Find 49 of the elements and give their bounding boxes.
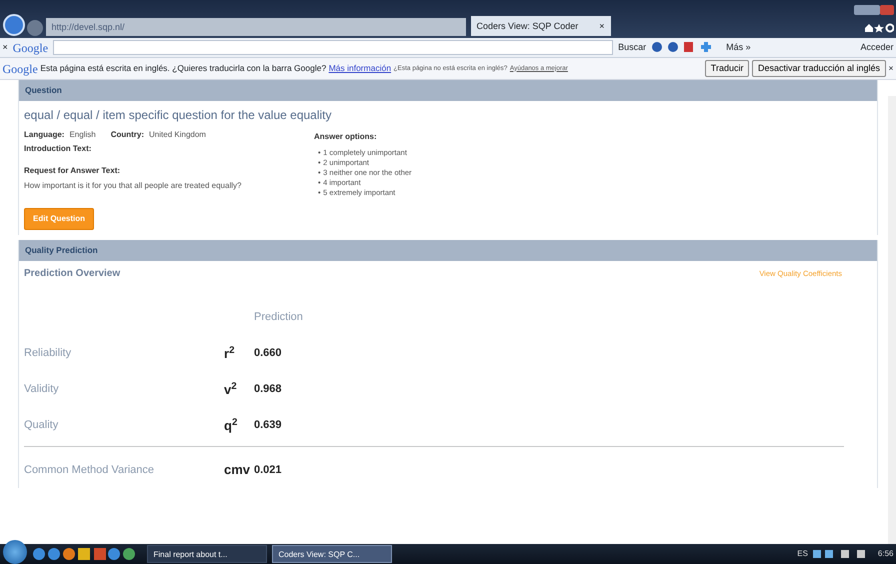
field-value: English — [69, 128, 96, 141]
close-icon[interactable]: × — [599, 16, 604, 36]
question-title: equal / equal / item specific question for the value equality — [24, 106, 333, 124]
window-controls-icon[interactable] — [854, 3, 894, 18]
clock: 6:56 — [878, 548, 894, 560]
field-label: Introduction Text: — [24, 143, 92, 156]
section-header: Question — [19, 80, 877, 101]
field-value: United Kingdom — [149, 128, 206, 141]
close-icon[interactable]: × — [2, 40, 8, 54]
translate-button[interactable]: Traducir — [704, 60, 750, 78]
sign-in-link[interactable]: Acceder — [860, 40, 894, 54]
toolbar-logo: Google — [12, 40, 48, 56]
close-icon[interactable]: × — [888, 62, 894, 75]
field-label: Answer options: — [314, 131, 378, 144]
metric-value: 0.968 — [254, 382, 282, 398]
browser-tab[interactable]: Coders View: SQP Coder × — [470, 16, 610, 36]
start-button[interactable] — [2, 540, 26, 564]
metric-label: Reliability — [24, 346, 72, 362]
metric-symbol: v$^{2}$ — [224, 380, 238, 399]
request-text: How important is it for you that all people are treated equally? — [24, 180, 242, 192]
translate-logo: Google — [2, 60, 38, 78]
metric-label: Validity — [24, 382, 60, 398]
forward-button[interactable] — [27, 20, 43, 36]
column-header: Prediction — [253, 310, 304, 325]
metric-value: 0.021 — [254, 462, 282, 478]
field-label: Language: — [24, 128, 64, 141]
metric-value: 0.639 — [254, 418, 282, 434]
back-button[interactable] — [2, 14, 24, 36]
search-button[interactable]: Buscar — [618, 40, 646, 54]
field-label: Country: — [110, 128, 144, 141]
taskbar-button[interactable]: Coders View: SQP C... — [272, 545, 392, 563]
taskbar-button[interactable]: Final report about t... — [146, 545, 266, 563]
section-subtitle: Prediction Overview — [24, 267, 120, 281]
translate-button[interactable]: Desactivar traducción al inglés — [752, 60, 886, 78]
metric-symbol: r$^{2}$ — [224, 344, 236, 363]
address-bar[interactable]: http://devel.sqp.nl/ — [46, 18, 466, 36]
translate-message: Esta página está escrita en inglés. ¿Quieres traducirla con la barra Google? — [40, 62, 326, 75]
more-button[interactable]: Más » — [726, 40, 751, 54]
field-label: Request for Answer Text: — [24, 165, 122, 178]
metric-label: Common Method Variance — [24, 462, 156, 478]
language-indicator[interactable]: ES — [797, 548, 808, 560]
tab-title: Coders View: SQP Coder — [476, 20, 578, 33]
metric-symbol: cmv — [224, 461, 252, 480]
metric-value: 0.660 — [254, 346, 282, 362]
info-link[interactable]: Más información — [328, 62, 392, 75]
metric-symbol: q$^{2}$ — [224, 416, 238, 435]
toolbar-icons[interactable] — [864, 20, 894, 36]
metric-label: Quality — [24, 418, 60, 434]
section-header: Quality Prediction — [19, 240, 877, 261]
